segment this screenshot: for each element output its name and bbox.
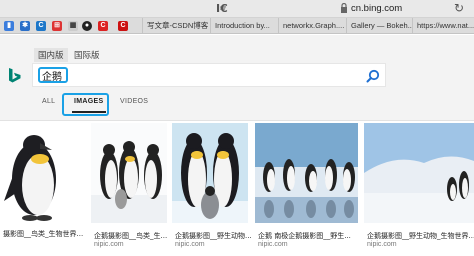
penguins-on-ice-image[interactable]	[255, 123, 358, 223]
nav-all[interactable]: ALL	[42, 98, 55, 105]
result-caption[interactable]: 摄影图__鸟类_生物世界...	[3, 229, 83, 239]
nav-images-underline	[72, 111, 106, 113]
result-source: nipic.com	[94, 241, 124, 248]
region-tab-china[interactable]: 国内版	[34, 48, 68, 62]
nav-videos[interactable]: VIDEOS	[120, 98, 148, 105]
tab-5[interactable]: https://www.nat...	[412, 18, 474, 33]
nav-images[interactable]: IMAGES	[74, 98, 103, 105]
favicon-1-icon[interactable]: ▮	[4, 21, 14, 31]
result-source: nipic.com	[367, 241, 397, 248]
reader-mode-icon[interactable]: I€	[216, 2, 228, 15]
penguin-family-image[interactable]	[172, 123, 248, 223]
favicon-2-icon[interactable]: ✱	[20, 21, 30, 31]
result-caption[interactable]: 企鹅摄影图__野生动物_生物世界...	[367, 231, 474, 241]
penguin-group-image[interactable]	[91, 123, 167, 223]
search-icon[interactable]	[366, 69, 380, 83]
tab-1[interactable]: 写文章-CSDN博客	[142, 18, 210, 33]
favicon-8-icon[interactable]: C	[118, 21, 128, 31]
bing-logo-icon[interactable]	[8, 67, 22, 83]
favicon-5-icon[interactable]: ▦	[68, 21, 78, 31]
search-input[interactable]: 企鹅	[42, 68, 62, 83]
page: I€ cn.bing.com ↻ ▮ ✱ C ⊞ ▦ ● C C 写文章-CSD…	[0, 0, 474, 256]
url-text[interactable]: cn.bing.com	[351, 3, 402, 14]
result-caption[interactable]: 企鹅摄影图__鸟类_生...	[94, 231, 170, 241]
favicon-4-icon[interactable]: ⊞	[52, 21, 62, 31]
tab-2[interactable]: Introduction by...	[210, 18, 278, 33]
github-icon[interactable]: ●	[82, 21, 92, 31]
result-caption[interactable]: 企鹅 南极企鹅摄影图__野生...	[258, 231, 361, 241]
tab-4[interactable]: Gallery — Bokeh...	[346, 18, 412, 33]
bing-header: 国内版 国际版 企鹅 ALL IMAGES VIDEOS	[0, 35, 474, 121]
region-tab-international[interactable]: 国际版	[70, 48, 104, 62]
favicon-7-icon[interactable]: C	[98, 21, 108, 31]
result-caption[interactable]: 企鹅摄影图__野生动物...	[175, 231, 251, 241]
tab-3[interactable]: networkx.Graph....	[278, 18, 346, 33]
lock-icon	[341, 3, 347, 13]
tab-bar: ▮ ✱ C ⊞ ▦ ● C C 写文章-CSDN博客 Introduction …	[0, 18, 474, 34]
browser-address-bar: I€ cn.bing.com ↻	[0, 0, 474, 18]
favicon-3-icon[interactable]: C	[36, 21, 46, 31]
reload-icon[interactable]: ↻	[454, 1, 464, 15]
result-source: nipic.com	[175, 241, 205, 248]
penguins-landscape-image[interactable]	[364, 123, 474, 223]
image-results: 摄影图__鸟类_生物世界... 企鹅摄影图__鸟类_生... nipic.com	[0, 121, 474, 256]
result-source: nipic.com	[258, 241, 288, 248]
search-box[interactable]: 企鹅	[32, 63, 386, 87]
penguin-image[interactable]	[0, 123, 80, 223]
